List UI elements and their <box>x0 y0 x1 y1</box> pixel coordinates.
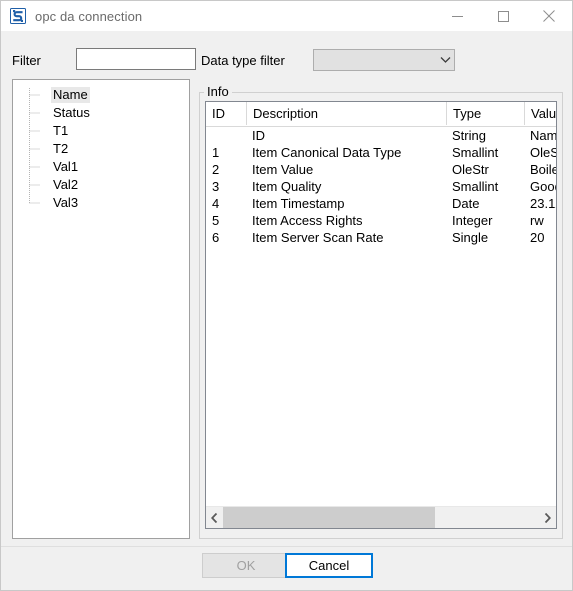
table-row[interactable]: 1 Item Canonical Data Type Smallint OleSt <box>206 144 556 161</box>
ok-button[interactable]: OK <box>202 553 290 578</box>
cell-type: Single <box>452 230 489 245</box>
cell-type: String <box>452 128 486 143</box>
info-group-title: Info <box>204 84 232 100</box>
cell-id: 6 <box>212 230 220 245</box>
scroll-right-icon[interactable] <box>539 507 556 528</box>
app-logo-icon <box>10 8 26 24</box>
table-row[interactable]: 6 Item Server Scan Rate Single 20 <box>206 229 556 246</box>
scroll-left-icon[interactable] <box>206 507 223 528</box>
table-row[interactable]: ID String Name <box>206 127 556 144</box>
tree-item-val1[interactable]: Val1 <box>13 158 189 176</box>
minimize-button[interactable] <box>434 1 480 31</box>
column-header-description[interactable]: Description <box>246 102 446 125</box>
cell-id: 1 <box>212 145 220 160</box>
chevron-down-icon <box>436 56 454 64</box>
tree-item-label: T1 <box>53 123 69 138</box>
window-title: opc da connection <box>35 8 143 24</box>
cell-type: OleStr <box>452 162 489 177</box>
column-header-id[interactable]: ID <box>206 102 246 125</box>
cell-description: Item Server Scan Rate <box>252 230 384 245</box>
cell-type: Date <box>452 196 480 211</box>
maximize-button[interactable] <box>480 1 526 31</box>
list-body: ID String Name 1 Item Canonical Data Type Sma… <box>206 127 556 508</box>
minimize-icon <box>451 15 463 17</box>
column-header-type[interactable]: Type <box>446 102 524 125</box>
maximize-icon <box>497 10 509 22</box>
tag-tree-panel[interactable]: Name Status T1 T2 Val1 Val2 Val3 <box>12 79 190 539</box>
tree-item-t1[interactable]: T1 <box>13 122 189 140</box>
tree-connector-icon <box>29 122 40 140</box>
tree-connector-icon <box>29 104 40 122</box>
info-list-view[interactable]: IDDescriptionTypeValue IDStringName1Item… <box>205 101 557 529</box>
cell-id <box>206 127 246 144</box>
tree-item-label: Status <box>53 105 90 120</box>
cell-type: Smallint <box>452 145 499 160</box>
tree-connector-icon <box>29 88 40 104</box>
tree-item-label: Name <box>51 87 90 103</box>
horizontal-scrollbar[interactable] <box>206 506 556 528</box>
tree-connector-icon <box>29 176 40 194</box>
cell-description: Item Canonical Data Type <box>252 145 402 160</box>
cell-id: 5 <box>212 213 220 228</box>
filter-input[interactable] <box>76 48 196 70</box>
cell-description: Item Quality <box>252 179 322 194</box>
cell-id: 3 <box>212 179 220 194</box>
cell-value: OleSt <box>530 145 556 160</box>
tree-item-label: Val2 <box>53 177 79 192</box>
tree-item-label: Val1 <box>53 159 79 174</box>
cell-id: 2 <box>212 162 220 177</box>
dialog-window: opc da connection Filter Data type filte… <box>0 0 573 591</box>
data-type-filter-label: Data type filter <box>201 53 285 68</box>
cell-value: 23.12 <box>530 196 556 211</box>
cell-description: Item Access Rights <box>252 213 363 228</box>
scrollbar-track[interactable] <box>223 507 539 528</box>
tree-item-label: Val3 <box>53 195 79 210</box>
cell-value: Boiler <box>530 162 556 177</box>
cell-value: Good <box>530 179 556 194</box>
data-type-filter-dropdown[interactable] <box>313 49 455 71</box>
table-row[interactable]: 4 Item Timestamp Date 23.12 <box>206 195 556 212</box>
table-row[interactable]: 3 Item Quality Smallint Good <box>206 178 556 195</box>
cell-type: Integer <box>452 213 493 228</box>
tree-item-status[interactable]: Status <box>13 104 189 122</box>
table-row[interactable]: 2 Item Value OleStr Boiler <box>206 161 556 178</box>
filter-label: Filter <box>12 53 41 68</box>
table-row[interactable]: 5 Item Access Rights Integer rw <box>206 212 556 229</box>
window-controls <box>434 1 572 31</box>
tree-connector-icon <box>29 140 40 158</box>
title-bar: opc da connection <box>1 1 572 31</box>
tree-item-val2[interactable]: Val2 <box>13 176 189 194</box>
tag-tree: Name Status T1 T2 Val1 Val2 Val3 <box>13 80 189 212</box>
cancel-button[interactable]: Cancel <box>285 553 373 578</box>
close-icon <box>543 10 555 22</box>
tree-item-label: T2 <box>53 141 69 156</box>
cell-description: ID <box>252 128 265 143</box>
cell-id: 4 <box>212 196 220 211</box>
cell-type: Smallint <box>452 179 499 194</box>
cell-value: Name <box>530 128 556 143</box>
tree-item-t2[interactable]: T2 <box>13 140 189 158</box>
cell-description: Item Value <box>252 162 314 177</box>
cell-description: Item Timestamp <box>252 196 345 211</box>
column-header-value[interactable]: Value <box>524 102 556 125</box>
tree-connector-icon <box>29 194 40 204</box>
scrollbar-thumb[interactable] <box>223 507 435 528</box>
list-header-row: IDDescriptionTypeValue <box>206 102 556 127</box>
tree-connector-icon <box>29 158 40 176</box>
close-button[interactable] <box>526 1 572 31</box>
tree-item-val3[interactable]: Val3 <box>13 194 189 212</box>
cell-value: 20 <box>530 230 545 245</box>
tree-item-name[interactable]: Name <box>13 86 189 104</box>
cell-value: rw <box>530 213 544 228</box>
